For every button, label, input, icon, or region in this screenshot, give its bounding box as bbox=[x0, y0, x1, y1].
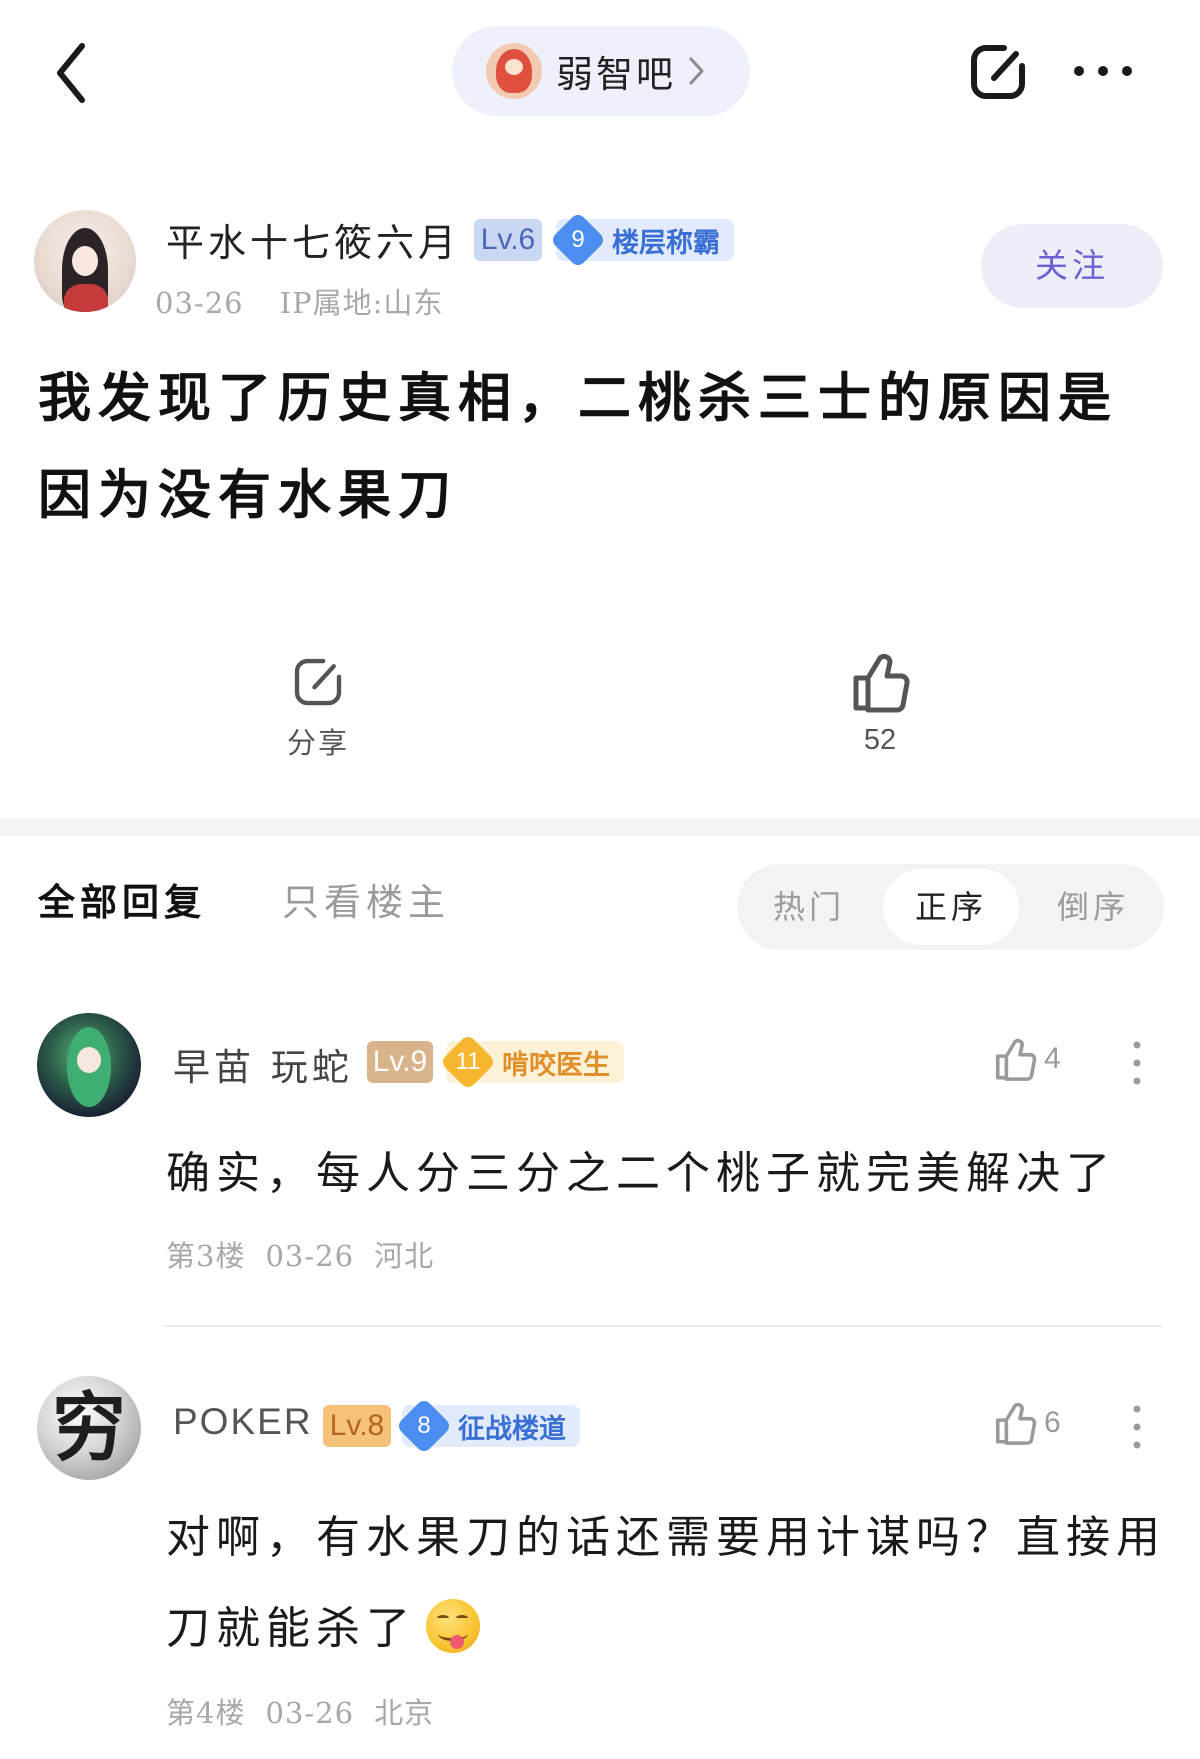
top-bar: 弱智吧 bbox=[0, 0, 1200, 140]
level-badge: Lv.9 bbox=[367, 1041, 433, 1083]
title-badge: 9 楼层称霸 bbox=[549, 211, 734, 269]
diamond-icon: 8 bbox=[395, 1397, 453, 1455]
commenter-avatar[interactable] bbox=[37, 1013, 141, 1117]
comment-more-button[interactable] bbox=[1122, 1402, 1152, 1452]
title-level: 11 bbox=[455, 1048, 481, 1075]
forum-name: 弱智吧 bbox=[556, 53, 676, 96]
comment-meta: 第3楼 03-26 河北 bbox=[166, 1233, 434, 1275]
floor-number: 第4楼 bbox=[166, 1696, 246, 1730]
sort-hot[interactable]: 热门 bbox=[741, 869, 877, 945]
level-badge: Lv.8 bbox=[323, 1405, 391, 1447]
title-text: 征战楼道 bbox=[458, 1413, 566, 1445]
comment-meta: 第4楼 03-26 北京 bbox=[166, 1690, 434, 1732]
more-vertical-icon bbox=[1133, 1041, 1141, 1085]
title-level: 9 bbox=[571, 226, 585, 253]
tab-all-replies[interactable]: 全部回复 bbox=[38, 872, 206, 926]
tab-op-only[interactable]: 只看楼主 bbox=[282, 872, 450, 926]
thumbs-up-icon bbox=[995, 1038, 1037, 1081]
sort-toggle: 热门 正序 倒序 bbox=[737, 864, 1164, 950]
share-label: 分享 bbox=[286, 726, 349, 760]
title-level: 8 bbox=[417, 1412, 431, 1439]
commenter-name[interactable]: POKER bbox=[173, 1401, 313, 1443]
chevron-left-icon bbox=[57, 43, 85, 103]
title-text: 楼层称霸 bbox=[612, 227, 720, 259]
comment-location: 河北 bbox=[374, 1239, 435, 1273]
author-meta: 03-26 IP属地:山东 bbox=[155, 280, 443, 322]
like-count: 52 bbox=[863, 724, 897, 756]
level-badge: Lv.6 bbox=[474, 219, 542, 261]
post-date: 03-26 bbox=[155, 286, 244, 320]
comment-divider bbox=[164, 1325, 1162, 1327]
forum-avatar bbox=[486, 43, 542, 99]
sort-descending[interactable]: 倒序 bbox=[1025, 869, 1161, 945]
share-icon bbox=[294, 658, 342, 706]
ip-location: IP属地:山东 bbox=[279, 286, 444, 320]
section-divider bbox=[0, 818, 1200, 836]
comment-like-count: 6 bbox=[1044, 1406, 1061, 1439]
title-badge: 8 征战楼道 bbox=[395, 1397, 580, 1455]
floor-number: 第3楼 bbox=[166, 1239, 246, 1273]
avatar-glyph: 穷 bbox=[52, 1385, 126, 1471]
comment-date: 03-26 bbox=[265, 1696, 355, 1730]
comment-text: 对啊，有水果刀的话还需要用计谋吗？直接用刀就能杀了 bbox=[166, 1512, 1166, 1654]
back-button[interactable] bbox=[48, 38, 98, 108]
author-avatar[interactable] bbox=[34, 210, 136, 312]
thumbs-up-icon bbox=[853, 653, 910, 713]
thumbs-up-icon bbox=[995, 1402, 1037, 1445]
commenter-name[interactable]: 早苗 玩蛇 bbox=[173, 1037, 353, 1091]
sort-ascending[interactable]: 正序 bbox=[883, 869, 1019, 945]
share-action[interactable]: 分享 bbox=[268, 654, 368, 762]
comment-like-count: 4 bbox=[1044, 1042, 1061, 1075]
title-badge: 11 啃咬医生 bbox=[439, 1033, 624, 1091]
comment-like-button[interactable]: 4 bbox=[992, 1036, 1061, 1082]
comment-location: 北京 bbox=[374, 1696, 435, 1730]
more-vertical-icon bbox=[1133, 1405, 1141, 1449]
post-title: 我发现了历史真相，二桃杀三士的原因是因为没有水果刀 bbox=[38, 367, 1118, 526]
share-button[interactable] bbox=[966, 40, 1030, 104]
share-icon bbox=[971, 45, 1025, 99]
like-action[interactable]: 52 bbox=[830, 650, 930, 757]
diamond-icon: 9 bbox=[549, 211, 607, 269]
more-button[interactable] bbox=[1070, 56, 1136, 86]
title-text: 啃咬医生 bbox=[502, 1049, 610, 1081]
chevron-right-icon bbox=[689, 57, 704, 85]
diamond-icon: 11 bbox=[439, 1033, 497, 1091]
yum-emoji-icon bbox=[426, 1599, 480, 1653]
follow-button[interactable]: 关注 bbox=[981, 224, 1163, 308]
comment-body: 对啊，有水果刀的话还需要用计谋吗？直接用刀就能杀了 bbox=[166, 1492, 1166, 1674]
more-dots-icon bbox=[1074, 66, 1132, 76]
author-name[interactable]: 平水十七筱六月 bbox=[166, 212, 460, 267]
comment-text: 确实，每人分三分之二个桃子就完美解决了 bbox=[166, 1148, 1116, 1199]
comment-like-button[interactable]: 6 bbox=[992, 1400, 1061, 1446]
comment-more-button[interactable] bbox=[1122, 1038, 1152, 1088]
commenter-avatar[interactable]: 穷 bbox=[37, 1376, 141, 1480]
forum-link[interactable]: 弱智吧 bbox=[452, 26, 750, 116]
comment-date: 03-26 bbox=[265, 1239, 355, 1273]
